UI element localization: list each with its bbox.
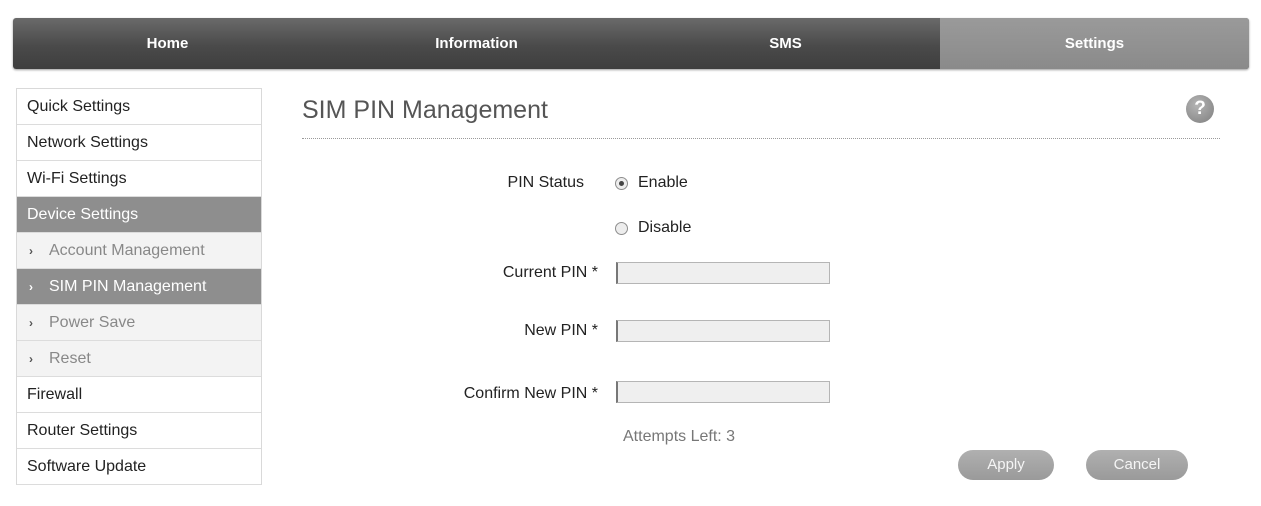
chevron-right-icon: › xyxy=(29,352,33,366)
radio-disable[interactable] xyxy=(615,221,628,235)
cancel-button[interactable]: Cancel xyxy=(1086,450,1188,480)
sidebar: Quick Settings Network Settings Wi-Fi Se… xyxy=(16,88,262,485)
attempts-left-text: Attempts Left: 3 xyxy=(623,428,736,445)
tab-settings[interactable]: Settings xyxy=(940,18,1249,69)
pin-status-label: PIN Status xyxy=(507,174,584,191)
tab-sms[interactable]: SMS xyxy=(631,18,940,69)
sidebar-item-firewall[interactable]: Firewall xyxy=(17,377,261,413)
current-pin-label: Current PIN * xyxy=(502,264,598,281)
apply-button[interactable]: Apply xyxy=(958,450,1054,480)
chevron-right-icon: › xyxy=(29,280,33,294)
disable-label: Disable xyxy=(638,219,692,236)
sidebar-item-label: Account Management xyxy=(49,242,205,259)
top-nav: Home Information SMS Settings xyxy=(13,18,1249,69)
cropped-page-heading xyxy=(0,0,1261,12)
pin-enable-option[interactable]: Enable xyxy=(615,174,688,192)
sidebar-item-network-settings[interactable]: Network Settings xyxy=(17,125,261,161)
help-icon[interactable]: ? xyxy=(1186,95,1214,123)
chevron-right-icon: › xyxy=(29,316,33,330)
sidebar-item-router-settings[interactable]: Router Settings xyxy=(17,413,261,449)
sidebar-item-software-update[interactable]: Software Update xyxy=(17,449,261,485)
sidebar-item-label: Reset xyxy=(49,350,91,367)
radio-enable[interactable] xyxy=(615,176,628,190)
confirm-pin-label: Confirm New PIN * xyxy=(463,385,598,402)
sidebar-subitem-sim-pin-management[interactable]: › SIM PIN Management xyxy=(17,269,261,305)
sidebar-subitem-reset[interactable]: › Reset xyxy=(17,341,261,377)
sidebar-item-label: Power Save xyxy=(49,314,136,331)
sidebar-item-device-settings[interactable]: Device Settings xyxy=(17,197,261,233)
new-pin-label: New PIN * xyxy=(524,322,598,339)
current-pin-field[interactable] xyxy=(616,262,830,284)
enable-label: Enable xyxy=(638,174,688,191)
pin-disable-option[interactable]: Disable xyxy=(615,219,691,237)
sidebar-subitem-power-save[interactable]: › Power Save xyxy=(17,305,261,341)
new-pin-field[interactable] xyxy=(616,320,830,342)
confirm-pin-field[interactable] xyxy=(616,381,830,403)
sidebar-item-quick-settings[interactable]: Quick Settings xyxy=(17,89,261,125)
sidebar-subitem-account-management[interactable]: › Account Management xyxy=(17,233,261,269)
chevron-right-icon: › xyxy=(29,244,33,258)
sidebar-item-label: SIM PIN Management xyxy=(49,278,207,295)
tab-information[interactable]: Information xyxy=(322,18,631,69)
page-title: SIM PIN Management xyxy=(302,96,548,124)
title-divider xyxy=(302,138,1220,139)
sidebar-item-wifi-settings[interactable]: Wi-Fi Settings xyxy=(17,161,261,197)
tab-home[interactable]: Home xyxy=(13,18,322,69)
